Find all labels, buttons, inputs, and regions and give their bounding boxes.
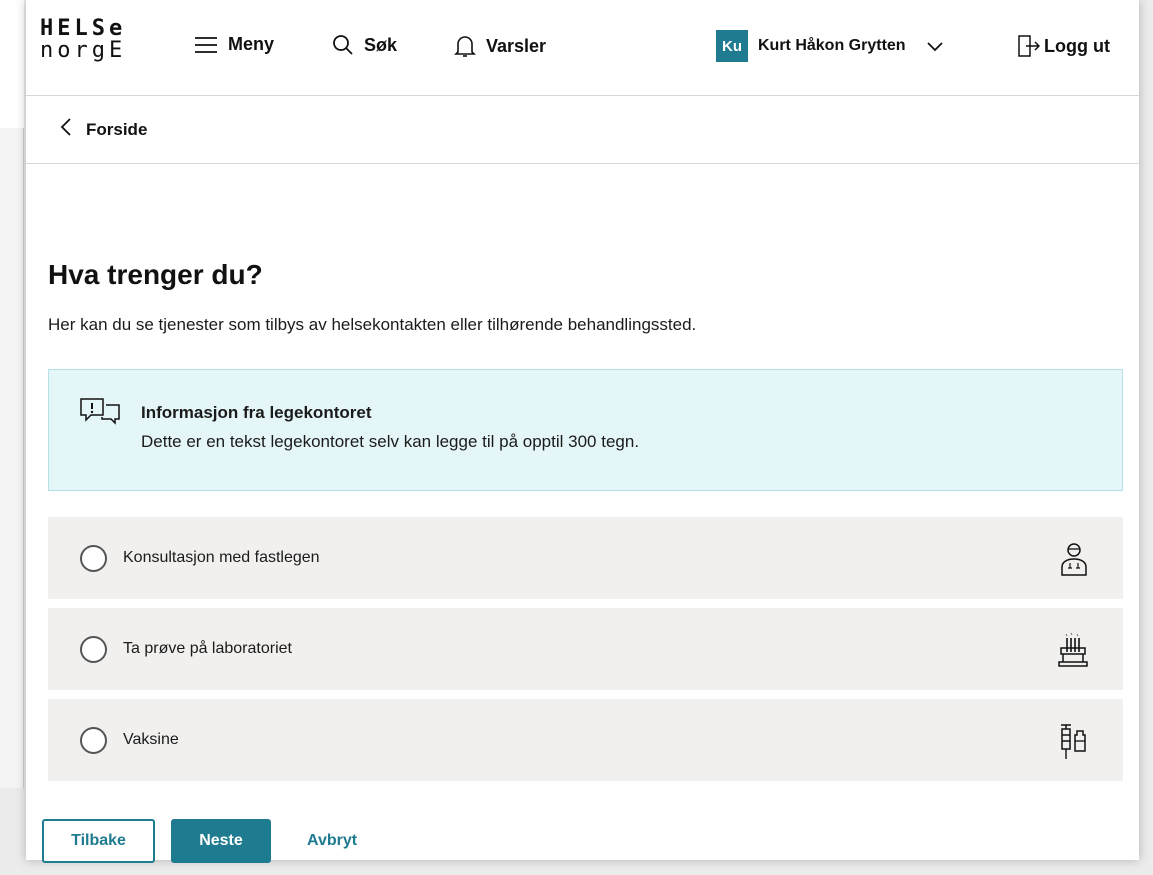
breadcrumb-back-link[interactable]: Forside	[86, 120, 147, 140]
menu-button[interactable]: Meny	[194, 34, 274, 55]
info-box: Informasjon fra legekontoret Dette er en…	[48, 369, 1123, 491]
back-button[interactable]: Tilbake	[42, 819, 155, 863]
service-options: Konsultasjon med fastlegen Ta prøve på l…	[48, 517, 1123, 781]
form-buttons: Tilbake Neste Avbryt	[42, 819, 377, 863]
main-content: Hva trenger du? Her kan du se tjenester …	[26, 259, 1139, 781]
alerts-label: Varsler	[486, 35, 547, 56]
radio-button[interactable]	[80, 544, 107, 572]
speech-bubble-icon	[79, 397, 121, 432]
option-consultation[interactable]: Konsultasjon med fastlegen	[48, 517, 1123, 599]
user-menu[interactable]: Ku Kurt Håkon Grytten	[716, 30, 944, 62]
search-button[interactable]: Søk	[332, 34, 397, 56]
breadcrumb[interactable]: Forside	[26, 96, 1139, 164]
avatar: Ku	[716, 30, 748, 62]
info-text: Dette er en tekst legekontoret selv kan …	[141, 432, 640, 451]
doctor-icon	[1059, 541, 1089, 582]
menu-label: Meny	[228, 34, 275, 54]
user-name: Kurt Håkon Grytten	[758, 37, 906, 54]
info-title: Informasjon fra legekontoret	[141, 403, 372, 422]
hamburger-icon	[194, 36, 218, 54]
option-vaccine[interactable]: Vaksine	[48, 699, 1123, 781]
background-window-top	[0, 0, 24, 128]
search-icon	[332, 34, 354, 56]
logo-line-2: norgE	[40, 38, 127, 63]
lab-icon	[1057, 632, 1089, 673]
logout-button[interactable]: Logg ut	[1016, 34, 1110, 58]
vaccine-icon	[1057, 723, 1089, 766]
option-label: Vaksine	[123, 731, 179, 748]
page-intro: Her kan du se tjenester som tilbys av he…	[48, 315, 697, 334]
cancel-button[interactable]: Avbryt	[287, 819, 377, 863]
option-label: Konsultasjon med fastlegen	[123, 549, 320, 566]
chevron-down-icon	[926, 40, 944, 52]
page-title: Hva trenger du?	[48, 259, 263, 290]
page: HELSe norgE Meny Søk Varsler Ku Kurt Håk…	[26, 0, 1139, 863]
option-label: Ta prøve på laboratoriet	[123, 640, 292, 657]
site-header: HELSe norgE Meny Søk Varsler Ku Kurt Håk…	[26, 0, 1139, 96]
background-window-left	[0, 128, 24, 788]
option-laboratory[interactable]: Ta prøve på laboratoriet	[48, 608, 1123, 690]
logout-icon	[1016, 34, 1040, 58]
logout-label: Logg ut	[1044, 35, 1110, 56]
search-label: Søk	[364, 34, 398, 55]
radio-button[interactable]	[80, 726, 107, 754]
chevron-left-icon	[60, 118, 72, 141]
helsenorge-logo[interactable]: HELSe norgE	[40, 18, 126, 62]
bell-icon	[454, 34, 476, 58]
next-button[interactable]: Neste	[171, 819, 271, 863]
logo-line-1: HELSe	[40, 16, 127, 41]
radio-button[interactable]	[80, 635, 107, 663]
alerts-button[interactable]: Varsler	[454, 34, 546, 58]
